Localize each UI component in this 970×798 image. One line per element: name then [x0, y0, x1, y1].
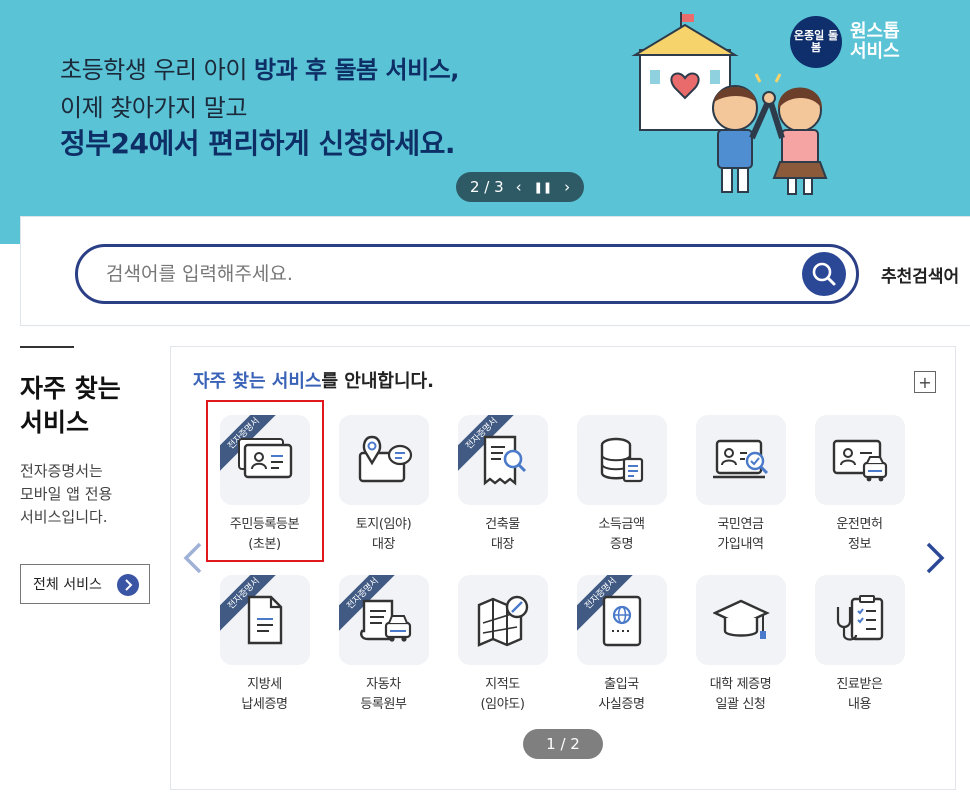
service-tile — [696, 575, 786, 665]
pause-icon[interactable]: ❚❚ — [534, 181, 552, 194]
service-label: 자동차 등록원부 — [360, 677, 407, 712]
service-label: 지방세 납세증명 — [241, 677, 288, 712]
next-page-arrow-icon[interactable] — [922, 540, 948, 576]
banner-line-1: 초등학생 우리 아이 방과 후 돌봄 서비스, — [60, 56, 459, 84]
dolbom-logo: 온종일 돌봄 — [790, 16, 842, 68]
service-label: 소득금액 증명 — [598, 517, 645, 552]
cadastral-map-icon — [477, 595, 529, 647]
passport-icon — [602, 595, 642, 647]
service-label: 건축물 대장 — [485, 517, 520, 552]
recommended-keywords-label: 추천검색어 — [881, 267, 960, 287]
driver-license-icon — [832, 439, 888, 482]
service-tile: 전자증명서 — [339, 575, 429, 665]
expand-plus-button[interactable]: + — [914, 371, 936, 393]
database-document-icon — [600, 437, 644, 483]
brand-text: 원스톱 서비스 — [850, 21, 900, 62]
arrow-right-icon — [117, 574, 139, 596]
selected-service-highlight — [206, 400, 324, 562]
search-panel: 추천검색어 — [20, 216, 970, 326]
service-tile: 전자증명서 — [458, 415, 548, 505]
all-services-button[interactable]: 전체 서비스 — [20, 564, 150, 604]
service-tile — [458, 575, 548, 665]
prev-page-arrow-icon[interactable] — [180, 540, 206, 576]
all-services-label: 전체 서비스 — [33, 577, 102, 593]
service-label: 대학 제증명 일괄 신청 — [709, 677, 772, 712]
section-rule — [20, 346, 74, 348]
search-icon — [812, 262, 836, 286]
service-tile: 전자증명서 — [220, 575, 310, 665]
service-label: 출입국 사실증명 — [598, 677, 645, 712]
land-map-icon — [358, 435, 413, 483]
service-label: 운전면허 정보 — [836, 517, 883, 552]
services-heading: 자주 찾는 서비스를 안내합니다. — [193, 371, 434, 392]
banner-line-2: 이제 찾아가지 말고 — [60, 94, 247, 122]
banner-line-3: 정부24에서 편리하게 신청하세요. — [60, 127, 455, 160]
pension-monitor-icon — [713, 439, 769, 479]
graduation-cap-icon — [713, 599, 770, 639]
car-registration-icon — [360, 599, 412, 642]
tax-document-icon — [247, 595, 283, 645]
service-tile — [696, 415, 786, 505]
service-page-indicator: 1 / 2 — [523, 729, 603, 759]
search-box — [75, 244, 859, 304]
medical-record-icon — [836, 595, 884, 641]
search-input[interactable] — [106, 247, 766, 301]
service-tile — [577, 415, 667, 505]
promo-banner[interactable]: 초등학생 우리 아이 방과 후 돌봄 서비스, 이제 찾아가지 말고 정부24에… — [0, 0, 970, 244]
service-tile — [815, 575, 905, 665]
banner-page-count: 2 / 3 — [469, 178, 504, 196]
service-label: 국민연금 가입내역 — [717, 517, 764, 552]
next-slide-icon[interactable]: › — [564, 178, 570, 196]
service-tile — [339, 415, 429, 505]
section-title: 자주 찾는 서비스 — [20, 374, 121, 437]
banner-pager: 2 / 3 ‹ ❚❚ › — [456, 172, 584, 202]
building-document-icon — [483, 435, 527, 486]
service-tile — [815, 415, 905, 505]
prev-slide-icon[interactable]: ‹ — [516, 178, 522, 196]
service-label: 진료받은 내용 — [836, 677, 883, 712]
service-label: 토지(임야) 대장 — [355, 517, 412, 552]
section-description: 전자증명서는 모바일 앱 전용 서비스입니다. — [20, 462, 113, 526]
service-tile: 전자증명서 — [577, 575, 667, 665]
service-label: 지적도 (임야도) — [480, 677, 525, 712]
search-button[interactable] — [802, 252, 846, 296]
onestop-brand: 온종일 돌봄 원스톱 서비스 — [790, 16, 900, 68]
